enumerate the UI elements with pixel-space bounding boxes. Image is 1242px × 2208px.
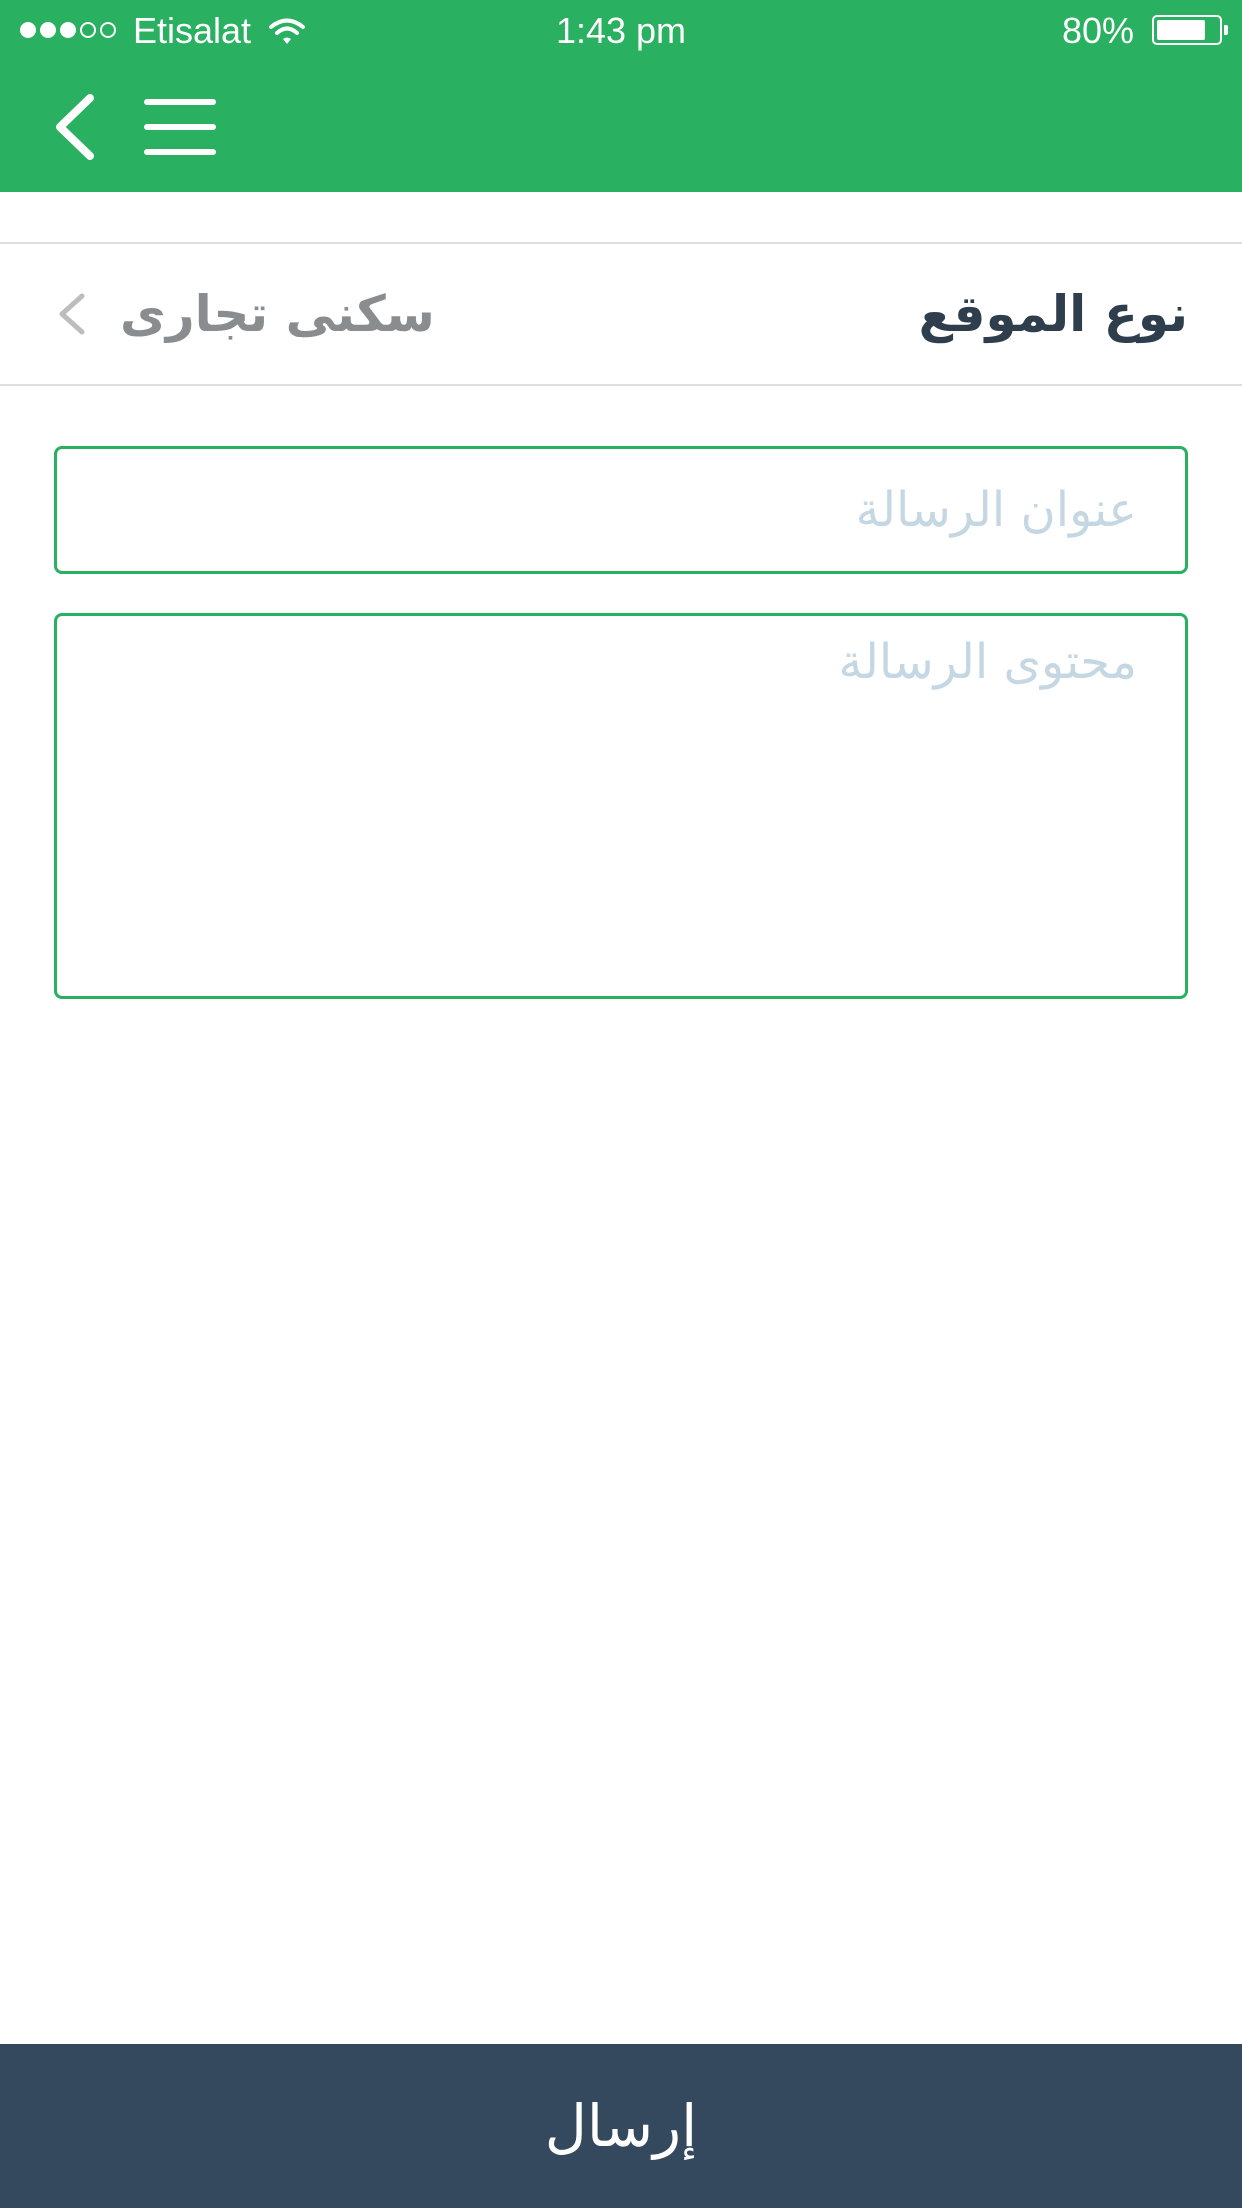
battery-fill	[1157, 20, 1205, 40]
menu-button[interactable]	[138, 90, 222, 164]
back-button[interactable]	[40, 80, 110, 174]
location-type-value: سكنى تجارى	[120, 285, 435, 343]
divider	[0, 384, 1242, 386]
hamburger-menu-icon	[144, 99, 216, 155]
location-type-label: نوع الموقع	[918, 285, 1188, 343]
chevron-left-icon	[56, 94, 94, 160]
status-bar: Etisalat 1:43 pm 80%	[0, 0, 1242, 62]
status-time: 1:43 pm	[555, 10, 687, 51]
send-button[interactable]: إرسال	[0, 2044, 1242, 2208]
battery-icon	[1152, 15, 1228, 45]
chevron-left-icon	[59, 293, 85, 335]
message-body-input[interactable]	[54, 613, 1188, 999]
battery-percentage: 80%	[1061, 10, 1134, 51]
message-title-input[interactable]	[54, 446, 1188, 574]
app-header: Etisalat 1:43 pm 80%	[0, 0, 1242, 192]
location-type-row[interactable]: نوع الموقع سكنى تجارى	[0, 244, 1242, 384]
